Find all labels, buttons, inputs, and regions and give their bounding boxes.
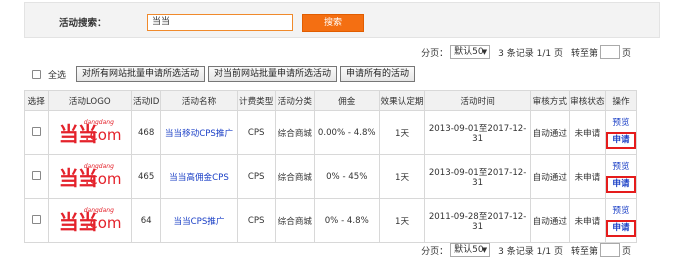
apply-all-activities-button[interactable]: 申请所有的活动 — [340, 66, 416, 82]
billing-type: CPS — [236, 110, 276, 155]
dangdang-logo: 当当 dangdang .com — [58, 163, 122, 190]
preview-link[interactable]: 预览 — [606, 205, 636, 218]
review-method: 自动通过 — [529, 154, 570, 199]
search-button[interactable]: 搜索 — [302, 14, 364, 32]
col-header-billing: 计费类型 — [236, 90, 276, 111]
jump-label: 转至第 — [570, 246, 598, 257]
effect-period: 1天 — [378, 198, 426, 243]
page-suffix: 页 — [621, 48, 631, 59]
col-header-status: 审核状态 — [568, 90, 606, 111]
commission: 0.00% - 4.8% — [313, 110, 380, 155]
pager-bottom: 分页： 默认50 ▼ 3 条记录 1/1 页 转至第 页 — [421, 243, 631, 257]
apply-link[interactable]: 申请 — [605, 175, 636, 193]
dangdang-logo: 当当 dangdang .com — [58, 119, 122, 146]
review-method: 自动通过 — [529, 198, 570, 243]
page-size-label: 分页： — [421, 48, 449, 59]
chevron-down-icon: ▼ — [481, 246, 488, 254]
row-checkbox[interactable] — [31, 170, 41, 180]
page-size-label: 分页： — [421, 246, 449, 257]
activity-id: 64 — [130, 198, 162, 243]
record-count: 3 条记录 1/1 页 — [498, 246, 563, 257]
bulk-actions: 全选 对所有网站批量申请所选活动 对当前网站批量申请所选活动 申请所有的活动 — [32, 66, 418, 82]
col-header-category: 活动分类 — [274, 90, 315, 111]
col-header-action: 操作 — [604, 90, 638, 111]
search-panel: 活动搜索： 当当 搜索 — [24, 2, 660, 38]
apply-link[interactable]: 申请 — [605, 219, 636, 237]
jump-label: 转至第 — [570, 48, 598, 59]
col-header-name: 活动名称 — [160, 90, 238, 111]
jump-page-input[interactable] — [599, 45, 620, 59]
review-status: 未申请 — [568, 198, 606, 243]
col-header-select: 选择 — [24, 90, 49, 111]
select-all-label: 全选 — [48, 70, 67, 81]
page-size-select[interactable]: 默认50 ▼ — [450, 243, 491, 257]
apply-link[interactable]: 申请 — [605, 131, 636, 149]
table-row: 当当 dangdang .com 64 当当CPS推广 CPS 综合商城 0% - … — [24, 198, 638, 243]
pager-top: 分页： 默认50 ▼ 3 条记录 1/1 页 转至第 页 — [421, 45, 631, 59]
activity-id: 468 — [130, 110, 162, 155]
commission: 0% - 45% — [313, 154, 380, 199]
jump-page-input[interactable] — [599, 243, 620, 257]
billing-type: CPS — [236, 198, 276, 243]
record-count: 3 条记录 1/1 页 — [498, 48, 563, 59]
search-label: 活动搜索： — [59, 18, 107, 29]
effect-period: 1天 — [378, 154, 426, 199]
page-suffix: 页 — [621, 246, 631, 257]
activity-time: 2013-09-01至2017-12-31 — [424, 110, 531, 155]
table-row: 当当 dangdang .com 468 当当移动CPS推广 CPS 综合商城 0.… — [24, 110, 638, 155]
activity-category: 综合商城 — [274, 110, 315, 155]
bulk-apply-all-sites-button[interactable]: 对所有网站批量申请所选活动 — [76, 66, 206, 82]
table-row: 当当 dangdang .com 465 当当高佣金CPS CPS 综合商城 0% … — [24, 154, 638, 199]
bulk-apply-current-site-button[interactable]: 对当前网站批量申请所选活动 — [208, 66, 338, 82]
activity-name-link[interactable]: 当当CPS推广 — [173, 217, 224, 227]
review-status: 未申请 — [568, 110, 606, 155]
page-size-select[interactable]: 默认50 ▼ — [450, 45, 491, 59]
preview-link[interactable]: 预览 — [606, 161, 636, 174]
row-checkbox[interactable] — [31, 214, 41, 224]
activity-category: 综合商城 — [274, 154, 315, 199]
col-header-time: 活动时间 — [424, 90, 531, 111]
select-all-checkbox[interactable] — [32, 69, 41, 79]
col-header-period: 效果认定期 — [378, 90, 426, 111]
activity-category: 综合商城 — [274, 198, 315, 243]
activity-table: 选择 活动LOGO 活动ID 活动名称 计费类型 活动分类 佣金 效果认定期 活… — [24, 90, 638, 243]
activity-name-link[interactable]: 当当高佣金CPS — [169, 173, 229, 183]
chevron-down-icon: ▼ — [481, 48, 488, 56]
col-header-commission: 佣金 — [313, 90, 380, 111]
commission: 0% - 4.8% — [313, 198, 380, 243]
activity-name-link[interactable]: 当当移动CPS推广 — [165, 129, 233, 139]
review-method: 自动通过 — [529, 110, 570, 155]
table-header-row: 选择 活动LOGO 活动ID 活动名称 计费类型 活动分类 佣金 效果认定期 活… — [24, 90, 638, 111]
activity-id: 465 — [130, 154, 162, 199]
dangdang-logo: 当当 dangdang .com — [58, 207, 122, 234]
effect-period: 1天 — [378, 110, 426, 155]
col-header-id: 活动ID — [130, 90, 162, 111]
activity-time: 2013-09-01至2017-12-31 — [424, 154, 531, 199]
review-status: 未申请 — [568, 154, 606, 199]
billing-type: CPS — [236, 154, 276, 199]
search-input[interactable]: 当当 — [147, 14, 293, 31]
col-header-review: 审核方式 — [529, 90, 570, 111]
preview-link[interactable]: 预览 — [606, 117, 636, 130]
activity-time: 2011-09-28至2017-12-31 — [424, 198, 531, 243]
row-checkbox[interactable] — [31, 126, 41, 136]
col-header-logo: 活动LOGO — [47, 90, 132, 111]
